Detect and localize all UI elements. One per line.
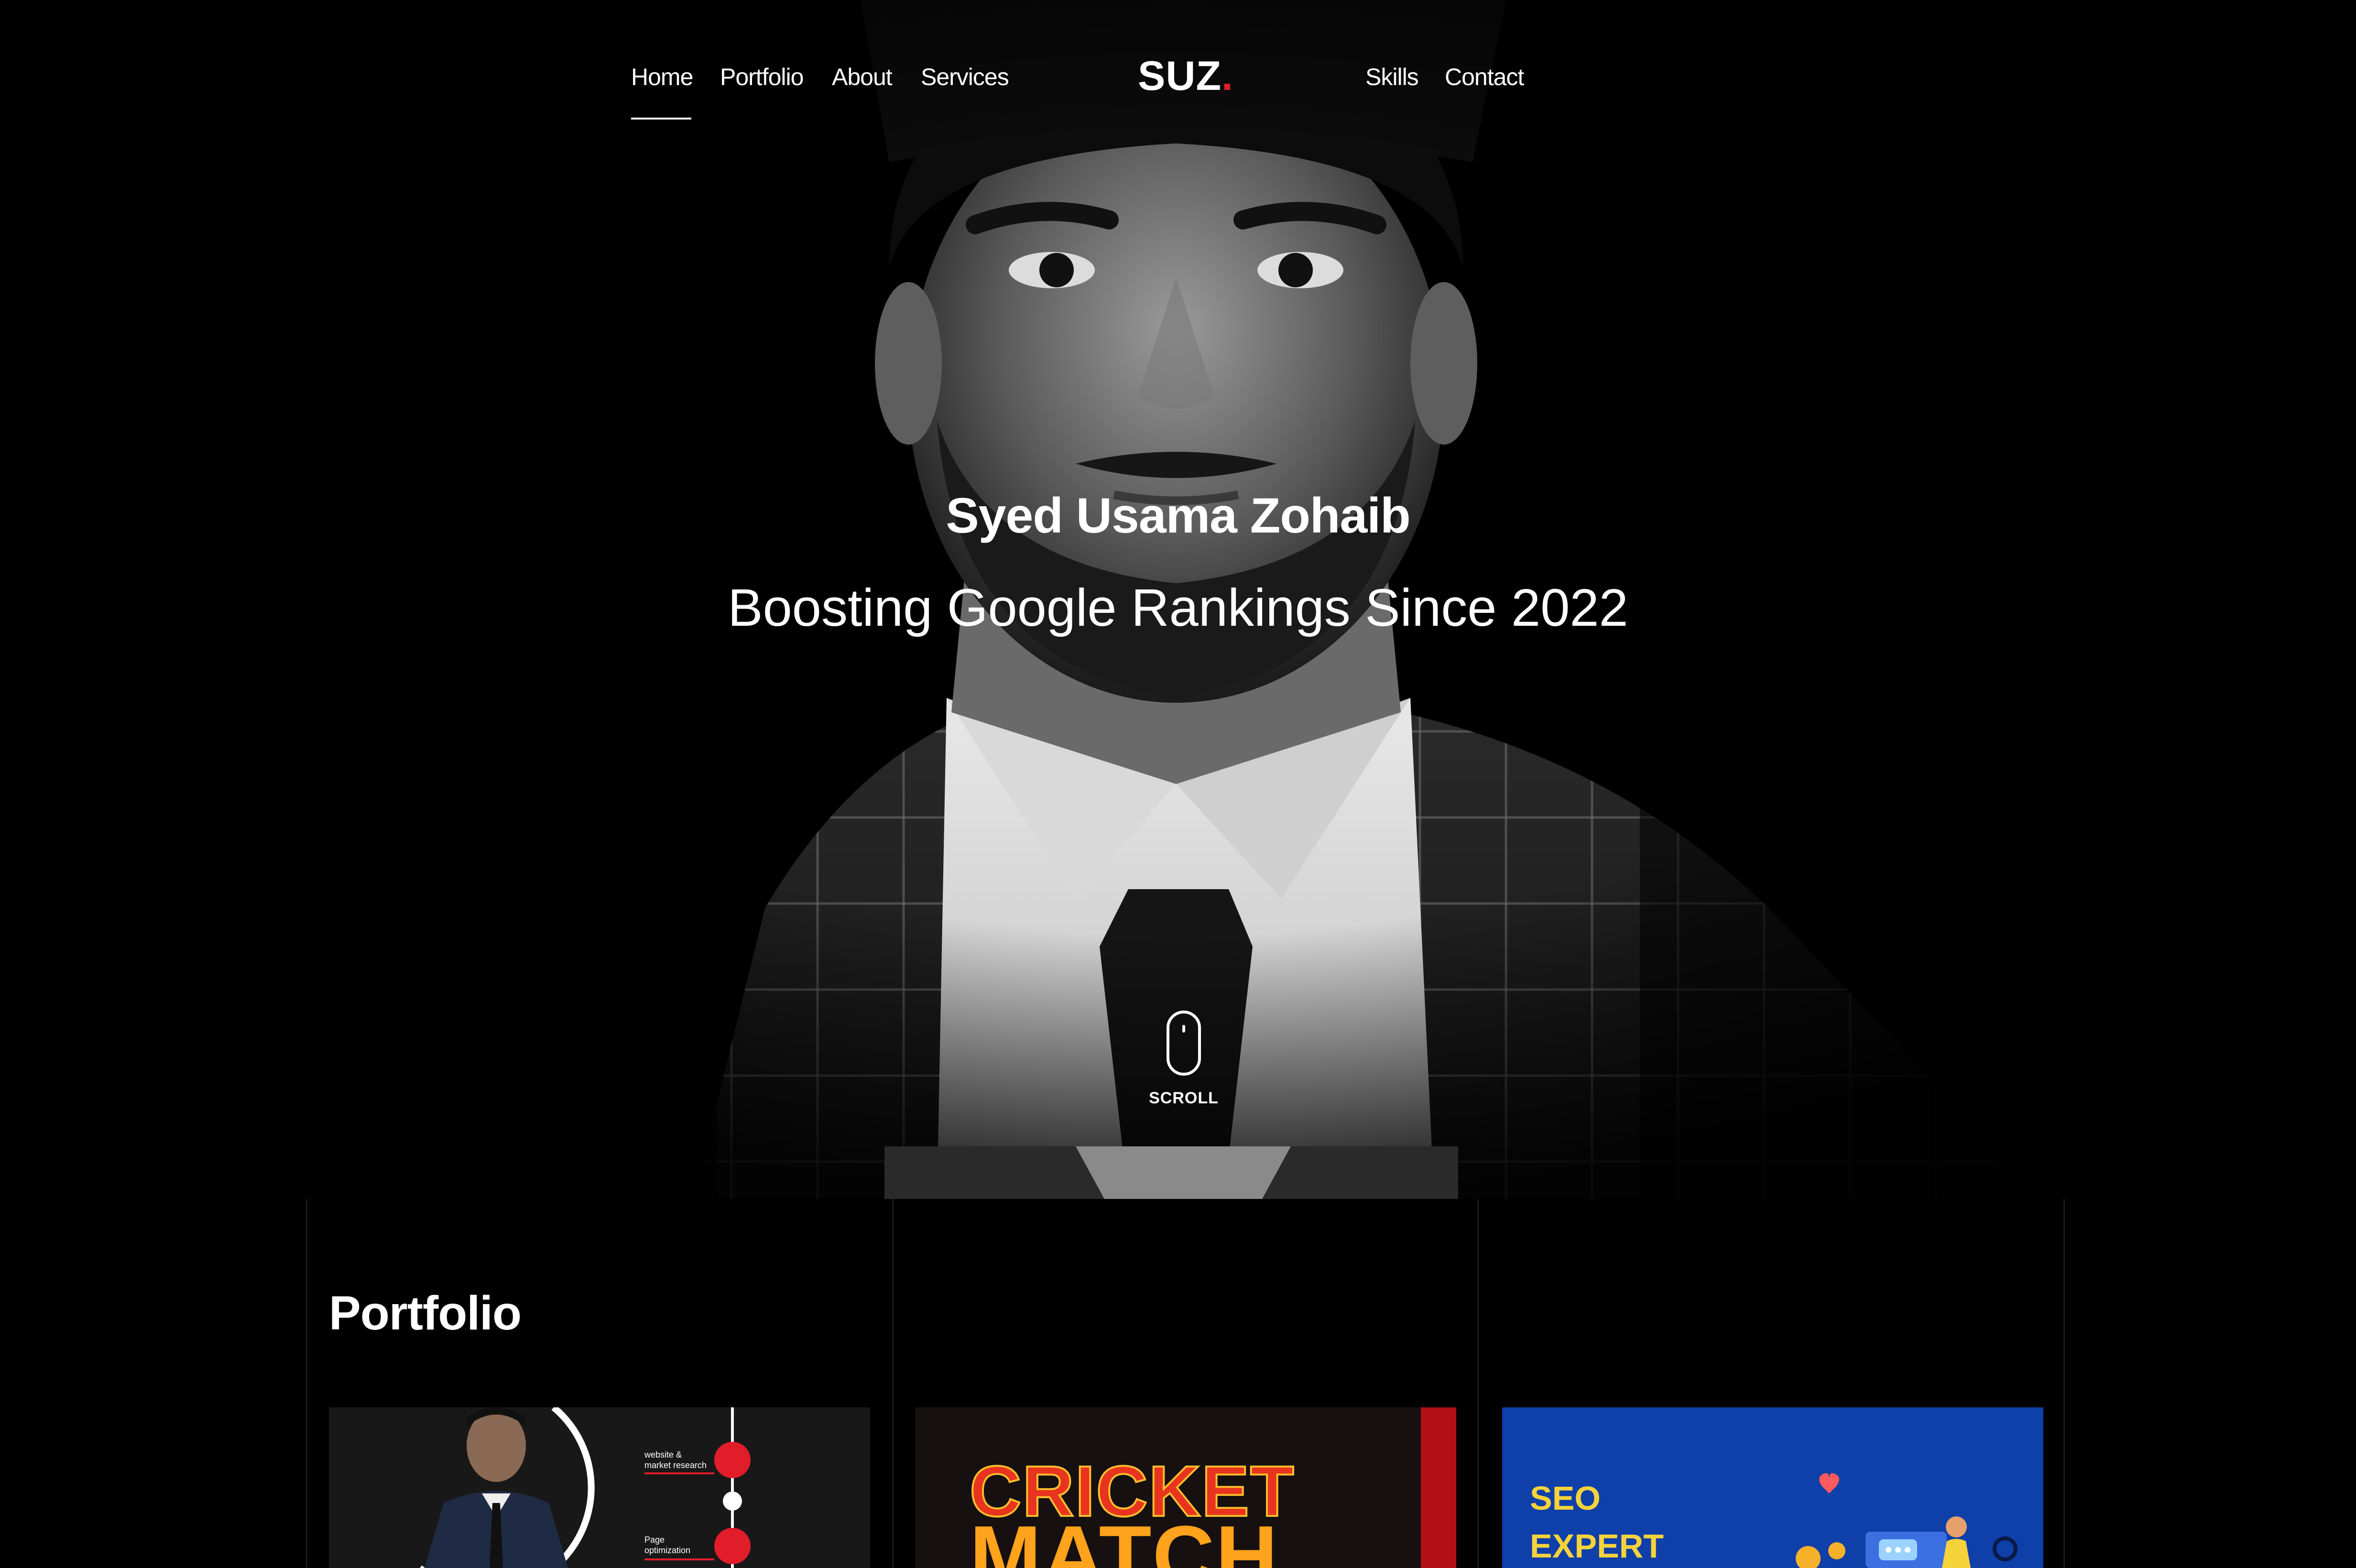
portfolio-card-seo-profile[interactable]: website & market research Page optimizat… (329, 1407, 870, 1568)
nav-link-portfolio[interactable]: Portfolio (720, 63, 804, 91)
card-label: optimization (644, 1546, 691, 1555)
card-title-line: SEO (1530, 1480, 1601, 1517)
card-title-line: EXPERT (1530, 1527, 1664, 1565)
nav-link-services[interactable]: Services (921, 63, 1009, 91)
card-title-line: MATCH (970, 1508, 1279, 1568)
scroll-mouse-icon[interactable] (1167, 1011, 1201, 1076)
mouse-wheel (1182, 1025, 1185, 1033)
grid-divider (892, 1199, 894, 1568)
grid-divider (2063, 1199, 2065, 1568)
logo-text: SUZ (1138, 53, 1222, 99)
nav-active-underline (631, 118, 691, 120)
nav-link-skills[interactable]: Skills (1365, 63, 1419, 91)
portfolio-card-cricket-match[interactable]: CRICKET MATCH (915, 1407, 1456, 1568)
card-label: website & (644, 1450, 682, 1459)
portfolio-title: Portfolio (329, 1286, 522, 1340)
card-label: Page (644, 1535, 665, 1545)
grid-divider (306, 1199, 307, 1568)
card-title: SEO EXPERT (1530, 1474, 1664, 1568)
top-navigation: Home Portfolio About Services SUZ. Skill… (0, 0, 2356, 158)
nav-link-about[interactable]: About (832, 63, 893, 91)
portfolio-card-seo-expert[interactable]: SEO EXPERT (1502, 1407, 2043, 1568)
nav-link-contact[interactable]: Contact (1445, 63, 1524, 91)
logo-dot: . (1222, 53, 1233, 99)
nav-link-home[interactable]: Home (631, 63, 693, 91)
scroll-label: SCROLL (1149, 1089, 1219, 1107)
site-logo[interactable]: SUZ. (1138, 53, 1233, 100)
card-label: market research (644, 1460, 707, 1470)
grid-divider (1477, 1199, 1479, 1568)
hero-name: Syed Usama Zohaib (946, 488, 1410, 544)
portfolio-thumbnail-image (329, 1407, 870, 1568)
hero-section: Home Portfolio About Services SUZ. Skill… (0, 0, 2356, 1199)
hero-tagline: Boosting Google Rankings Since 2022 (728, 578, 1628, 637)
